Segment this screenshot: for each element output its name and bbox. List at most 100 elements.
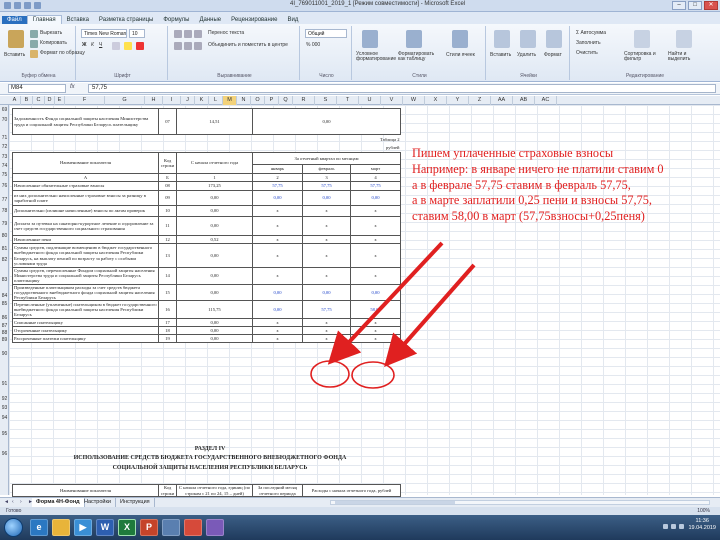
close-button[interactable]: ✕ — [704, 1, 718, 10]
app-icon[interactable] — [162, 519, 180, 536]
row-header[interactable]: 75 — [0, 172, 9, 178]
row-code-cell[interactable]: 12 — [158, 235, 177, 244]
column-header[interactable]: A — [9, 96, 21, 105]
row-code-cell[interactable]: 15 — [158, 283, 177, 302]
row-march-cell[interactable]: x — [349, 243, 402, 268]
column-header[interactable]: U — [359, 96, 381, 105]
copy-button[interactable]: Копировать — [40, 40, 67, 46]
column-header[interactable]: T — [337, 96, 359, 105]
cell-row70-start[interactable]: 14,51 — [176, 108, 253, 135]
row-code-cell[interactable]: 17 — [158, 318, 177, 328]
row-start-cell[interactable]: 0,00 — [176, 334, 253, 344]
tab-review[interactable]: Рецензирование — [226, 16, 282, 24]
row-january-cell[interactable]: x — [252, 318, 303, 328]
row-name-cell[interactable]: Суммы средств, перечисленные Фондом соци… — [12, 267, 159, 285]
autosum-button[interactable]: Σ Автосумма — [576, 30, 606, 36]
row-march-cell[interactable]: x — [349, 267, 402, 285]
row-january-cell[interactable]: x — [252, 235, 303, 244]
row-february-cell[interactable]: 0,00 — [302, 190, 351, 206]
name-box[interactable]: M84 — [8, 84, 66, 93]
conditional-format-icon[interactable] — [362, 30, 378, 48]
delete-cells-icon[interactable] — [520, 30, 536, 48]
row-march-cell[interactable]: 58,00 — [349, 300, 402, 320]
row-january-cell[interactable]: x — [252, 216, 303, 236]
row-start-cell[interactable]: 115,75 — [176, 300, 253, 320]
row-name-cell[interactable]: Списанные плательщику — [12, 318, 159, 328]
cell-row70-name[interactable]: Задолженность Фонда социальной защиты на… — [12, 108, 159, 135]
row-name-cell[interactable]: Перечисленные (уплаченные) плательщиком … — [12, 300, 159, 320]
column-header[interactable]: AC — [535, 96, 557, 105]
network-icon[interactable] — [671, 524, 676, 529]
row-header[interactable]: 73 — [0, 154, 9, 160]
sort-filter-button[interactable]: Сортировка и фильтр — [624, 52, 662, 62]
row-header[interactable]: 71 — [0, 135, 9, 141]
column-header[interactable]: K — [195, 96, 209, 105]
row-start-cell[interactable]: 0,00 — [176, 243, 253, 268]
next-sheet-icon[interactable]: › — [20, 499, 26, 505]
folder-icon[interactable] — [52, 519, 70, 536]
bold-icon[interactable]: Ж — [82, 42, 87, 48]
row-february-cell[interactable]: x — [302, 334, 351, 344]
row-header[interactable]: 81 — [0, 246, 9, 252]
column-header[interactable]: N — [237, 96, 251, 105]
borders-icon[interactable] — [112, 42, 120, 50]
row-february-cell[interactable]: 57,75 — [302, 181, 351, 191]
row-february-cell[interactable]: x — [302, 267, 351, 285]
redo-icon[interactable] — [34, 2, 41, 9]
row-code-cell[interactable]: 11 — [158, 216, 177, 236]
quick-access-toolbar[interactable] — [4, 2, 41, 9]
tab-data[interactable]: Данные — [194, 16, 226, 24]
row-header[interactable]: 72 — [0, 144, 9, 150]
row-start-cell[interactable]: 173,25 — [176, 181, 253, 191]
column-header[interactable]: W — [403, 96, 425, 105]
clock[interactable]: 11:36 19.04.2019 — [688, 518, 716, 532]
row-february-cell[interactable]: x — [302, 235, 351, 244]
paste-button[interactable]: Вставить — [4, 52, 25, 58]
row-header[interactable]: 96 — [0, 451, 9, 457]
row-january-cell[interactable]: x — [252, 267, 303, 285]
row-name-cell[interactable]: Рассроченные платежи плательщику — [12, 334, 159, 344]
sheet-tab-instruction[interactable]: Инструкция — [116, 498, 155, 507]
align-center-icon[interactable] — [184, 42, 192, 50]
percent-icon[interactable]: % 000 — [306, 42, 320, 48]
row-start-cell[interactable]: 0,00 — [176, 267, 253, 285]
row-header[interactable]: 95 — [0, 431, 9, 437]
column-header[interactable]: V — [381, 96, 403, 105]
column-header[interactable]: S — [315, 96, 337, 105]
row-march-cell[interactable]: x — [349, 205, 402, 217]
row-header[interactable]: 88 — [0, 330, 9, 336]
system-tray[interactable] — [663, 524, 684, 529]
row-start-cell[interactable]: 0,00 — [176, 216, 253, 236]
find-select-button[interactable]: Найти и выделить — [668, 52, 708, 62]
align-bottom-icon[interactable] — [194, 30, 202, 38]
row-name-cell[interactable]: Начисленные пени — [12, 235, 159, 244]
insert-cells-button[interactable]: Вставить — [490, 52, 511, 58]
column-header[interactable]: G — [105, 96, 145, 105]
prev-sheet-icon[interactable]: ‹ — [12, 499, 18, 505]
format-painter-icon[interactable] — [30, 50, 38, 58]
undo-icon[interactable] — [24, 2, 31, 9]
align-right-icon[interactable] — [194, 42, 202, 50]
number-format-select[interactable]: Общий — [305, 29, 347, 38]
column-header[interactable]: O — [251, 96, 265, 105]
copy-icon[interactable] — [30, 40, 38, 48]
formula-input[interactable]: 57,75 — [88, 84, 716, 93]
sheet-tab-settings[interactable]: Настройки — [80, 498, 116, 507]
row-header[interactable]: 69 — [0, 107, 9, 113]
row-february-cell[interactable]: x — [302, 216, 351, 236]
row-header[interactable]: 89 — [0, 337, 9, 343]
fx-icon[interactable]: fx — [70, 84, 75, 90]
row-code-cell[interactable]: 08 — [158, 181, 177, 191]
row-header[interactable]: 93 — [0, 405, 9, 411]
row-march-cell[interactable]: x — [349, 216, 402, 236]
column-header[interactable]: M — [223, 96, 237, 105]
row-february-cell[interactable]: x — [302, 326, 351, 336]
ie-icon[interactable]: e — [30, 519, 48, 536]
fill-button[interactable]: Заполнить — [576, 40, 601, 46]
row-header[interactable]: 79 — [0, 221, 9, 227]
row-february-cell[interactable]: 57,75 — [302, 300, 351, 320]
flag-icon[interactable] — [663, 524, 668, 529]
row-header[interactable]: 87 — [0, 323, 9, 329]
row-header[interactable]: 74 — [0, 163, 9, 169]
tab-formulas[interactable]: Формулы — [158, 16, 194, 24]
